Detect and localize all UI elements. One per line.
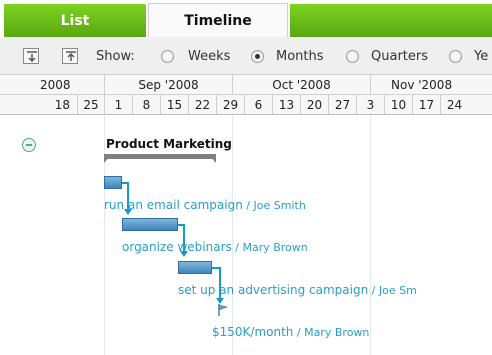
group-summary-bar[interactable] xyxy=(104,154,216,159)
task-owner: / Joe Sm xyxy=(368,284,417,297)
month-row: 2008 Sep '2008 Oct '2008 Nov '2008 xyxy=(0,75,492,95)
milestone-label[interactable]: $150K/month / Mary Brown xyxy=(212,325,369,339)
task-bar[interactable] xyxy=(178,261,212,274)
day-cell: 3 xyxy=(356,95,384,115)
tab-list[interactable]: List xyxy=(4,4,146,37)
collapse-arrow-icon xyxy=(66,51,76,61)
task-name: organize webinars xyxy=(122,240,232,254)
task-label[interactable]: run an email campaign / Joe Smith xyxy=(104,198,306,212)
group-title: Product Marketing xyxy=(106,137,232,151)
radio-label-quarters: Quarters xyxy=(371,49,428,64)
milestone-name: $150K/month xyxy=(212,325,294,339)
day-cell: 22 xyxy=(188,95,216,115)
radio-label-months: Months xyxy=(276,49,324,64)
expand-arrow-icon xyxy=(27,51,37,63)
day-cell: 10 xyxy=(384,95,412,115)
show-label: Show: xyxy=(96,49,135,64)
month-cell: Sep '2008 xyxy=(104,75,232,95)
view-tabs: List Timeline xyxy=(0,0,492,37)
day-cell: 29 xyxy=(216,95,244,115)
day-cell: 15 xyxy=(160,95,188,115)
radio-label-weeks: Weeks xyxy=(188,49,231,64)
task-bar[interactable] xyxy=(104,176,122,189)
grid-line xyxy=(104,115,105,355)
tab-timeline[interactable]: Timeline xyxy=(148,3,288,37)
group-bar-left-cap xyxy=(104,154,112,163)
tab-bar-filler xyxy=(290,4,492,37)
task-label[interactable]: set up an advertising campaign / Joe Sm xyxy=(178,283,417,297)
day-cell: 17 xyxy=(412,95,440,115)
collapse-group-icon[interactable] xyxy=(22,138,36,152)
task-owner: / Joe Smith xyxy=(242,199,306,212)
day-cell: 8 xyxy=(132,95,160,115)
task-name: set up an advertising campaign xyxy=(178,283,369,297)
task-name: run an email campaign xyxy=(104,198,243,212)
task-bar[interactable] xyxy=(122,218,178,231)
timeline-toolbar: Show: Weeks Months Quarters Ye xyxy=(0,37,492,75)
group-bar-right-cap xyxy=(208,154,216,163)
day-cell: 13 xyxy=(272,95,300,115)
grid-line xyxy=(232,115,233,355)
radio-months[interactable] xyxy=(251,50,264,63)
month-cell: 2008 xyxy=(40,78,71,92)
grid-line xyxy=(370,115,371,355)
day-cell: 1 xyxy=(104,95,132,115)
day-cell: 27 xyxy=(328,95,356,115)
month-cell: Nov '2008 xyxy=(370,75,492,95)
expand-all-button[interactable] xyxy=(23,48,39,64)
task-owner: / Mary Brown xyxy=(231,241,308,254)
radio-label-years: Ye xyxy=(474,49,489,64)
radio-years[interactable] xyxy=(449,50,462,63)
day-cell: 24 xyxy=(440,95,468,115)
timeline-grid xyxy=(0,115,492,355)
collapse-all-button[interactable] xyxy=(62,48,78,64)
day-cell: 6 xyxy=(244,95,272,115)
task-label[interactable]: organize webinars / Mary Brown xyxy=(122,240,308,254)
milestone-owner: / Mary Brown xyxy=(293,326,370,339)
day-cell: 25 xyxy=(77,95,104,115)
milestone-flag-icon[interactable] xyxy=(218,304,228,316)
day-cell: 20 xyxy=(300,95,328,115)
radio-weeks[interactable] xyxy=(161,50,174,63)
day-row: 18 25 1 8 15 22 29 6 13 20 27 3 10 17 24 xyxy=(0,95,492,115)
month-cell: Oct '2008 xyxy=(232,75,370,95)
timeline-header: 2008 Sep '2008 Oct '2008 Nov '2008 18 25… xyxy=(0,75,492,115)
day-cell: 18 xyxy=(54,98,70,112)
radio-quarters[interactable] xyxy=(346,50,359,63)
